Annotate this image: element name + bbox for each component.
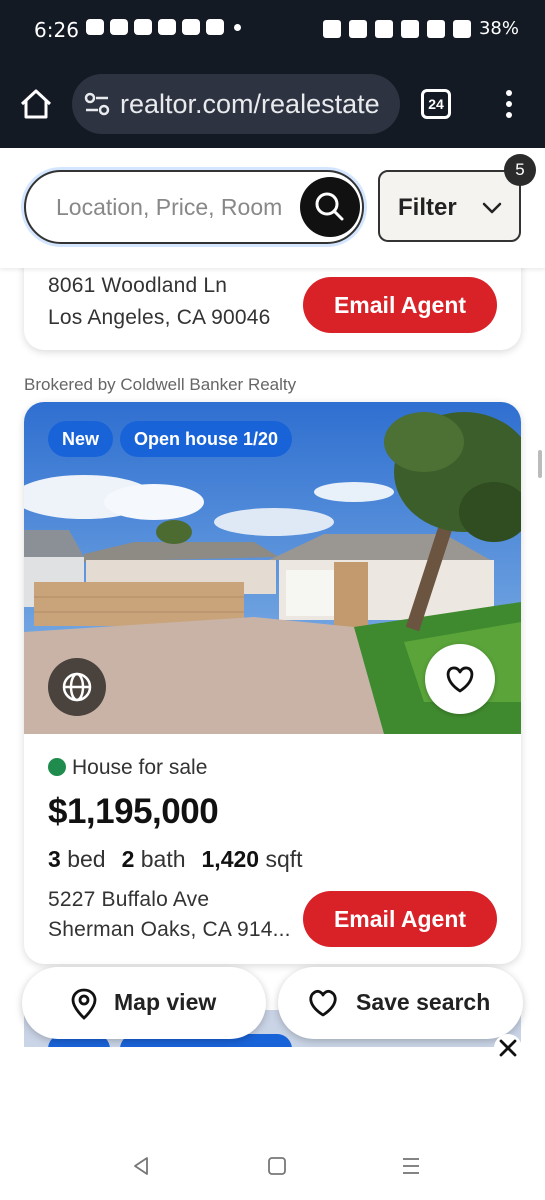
chevron-down-icon — [482, 202, 502, 214]
scrollbar-thumb[interactable] — [538, 450, 542, 478]
notification-icons — [86, 19, 241, 35]
battery-level: 38% — [478, 18, 519, 39]
youtube-icon — [206, 19, 224, 35]
search-button[interactable] — [300, 177, 360, 237]
address-bar[interactable]: realtor.com/realestate — [72, 74, 400, 134]
ad-banner — [0, 1047, 545, 1130]
system-nav-bar — [0, 1130, 545, 1200]
listing-status-text: House for sale — [72, 756, 208, 779]
beds-label: bed — [67, 846, 106, 872]
listing-status: House for sale — [48, 756, 207, 780]
close-icon[interactable] — [494, 1034, 522, 1062]
sqft-value: 1,420 — [201, 846, 260, 872]
home-icon[interactable] — [18, 86, 54, 122]
beds-value: 3 — [48, 846, 61, 872]
youtube-icon — [182, 19, 200, 35]
filter-label: Filter — [398, 194, 457, 221]
status-bar: 6:26 38% — [0, 0, 545, 62]
vibrate-icon — [348, 19, 367, 38]
broker-text: Brokered by Coldwell Banker Realty — [24, 375, 297, 394]
site-settings-icon[interactable] — [84, 92, 110, 116]
more-notifications-icon — [234, 23, 241, 31]
tab-switcher-button[interactable]: 24 — [421, 89, 451, 119]
map-pin-icon — [71, 988, 97, 1020]
bluetooth-icon — [374, 19, 393, 38]
listing-specs: 3 bed 2 bath 1,420 sqft — [48, 846, 303, 873]
email-agent-button[interactable]: Email Agent — [303, 277, 497, 333]
save-search-label: Save search — [356, 989, 491, 1015]
system-icons: 38% — [322, 18, 519, 39]
search-box[interactable] — [24, 170, 364, 244]
save-listing-button[interactable] — [425, 644, 495, 714]
listing-photo[interactable]: New Open house 1/20 — [24, 402, 521, 734]
heart-icon — [446, 666, 474, 693]
search-input[interactable] — [56, 194, 296, 221]
youtube-icon — [134, 19, 152, 35]
home-nav-icon[interactable] — [266, 1155, 288, 1177]
recents-icon[interactable] — [400, 1155, 422, 1177]
heart-icon — [309, 989, 337, 1017]
wifi-icon — [400, 19, 419, 38]
volte-icon — [426, 19, 445, 38]
sqft-label: sqft — [265, 846, 303, 872]
new-badge: New — [48, 421, 114, 457]
listing-address-street: 5227 Buffalo Ave — [48, 888, 210, 911]
listing-address-city: Los Angeles, CA 90046 — [48, 306, 271, 329]
listing-card[interactable]: New Open house 1/20 House for sale $1,19… — [24, 402, 521, 964]
globe-icon — [62, 672, 92, 702]
filter-button[interactable]: Filter — [378, 170, 521, 242]
browser-menu-icon[interactable] — [498, 86, 520, 122]
listing-address-city: Sherman Oaks, CA 914... — [48, 918, 291, 941]
mercedes-icon — [158, 19, 176, 35]
email-agent-button[interactable]: Email Agent — [303, 891, 497, 947]
alarm-icon — [322, 19, 341, 38]
search-icon — [315, 192, 344, 221]
save-search-button[interactable]: Save search — [278, 967, 523, 1039]
baths-label: bath — [140, 846, 186, 872]
virtual-tour-button[interactable] — [48, 658, 106, 716]
search-header: Filter — [0, 148, 545, 268]
map-view-label: Map view — [114, 989, 217, 1015]
missed-call-icon — [110, 19, 128, 35]
signal-icon — [452, 19, 471, 38]
map-view-button[interactable]: Map view — [22, 967, 266, 1039]
listing-price: $1,195,000 — [48, 792, 219, 831]
back-icon[interactable] — [130, 1155, 152, 1177]
chat-icon — [86, 19, 104, 35]
baths-value: 2 — [121, 846, 135, 872]
browser-toolbar: realtor.com/realestate 24 — [0, 62, 545, 148]
filter-count-badge: 5 — [504, 154, 536, 186]
status-time: 6:26 — [34, 18, 79, 42]
status-dot-icon — [48, 758, 66, 776]
open-house-badge: Open house 1/20 — [120, 421, 293, 457]
listing-address-street: 8061 Woodland Ln — [48, 274, 228, 297]
url-text: realtor.com/realestate — [120, 89, 380, 119]
